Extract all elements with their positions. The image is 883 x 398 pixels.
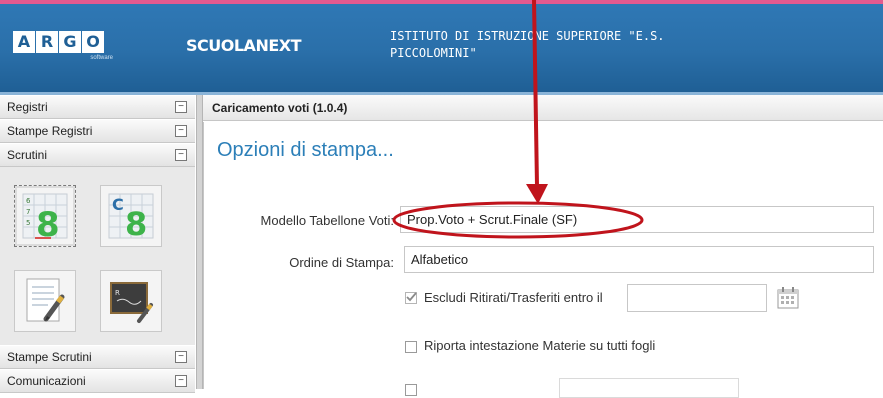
annotation-arrow-shaft <box>532 0 539 187</box>
annotation-arrow-head <box>526 184 548 204</box>
annotation-overlay <box>392 0 644 239</box>
annotation-ellipse <box>392 201 644 239</box>
